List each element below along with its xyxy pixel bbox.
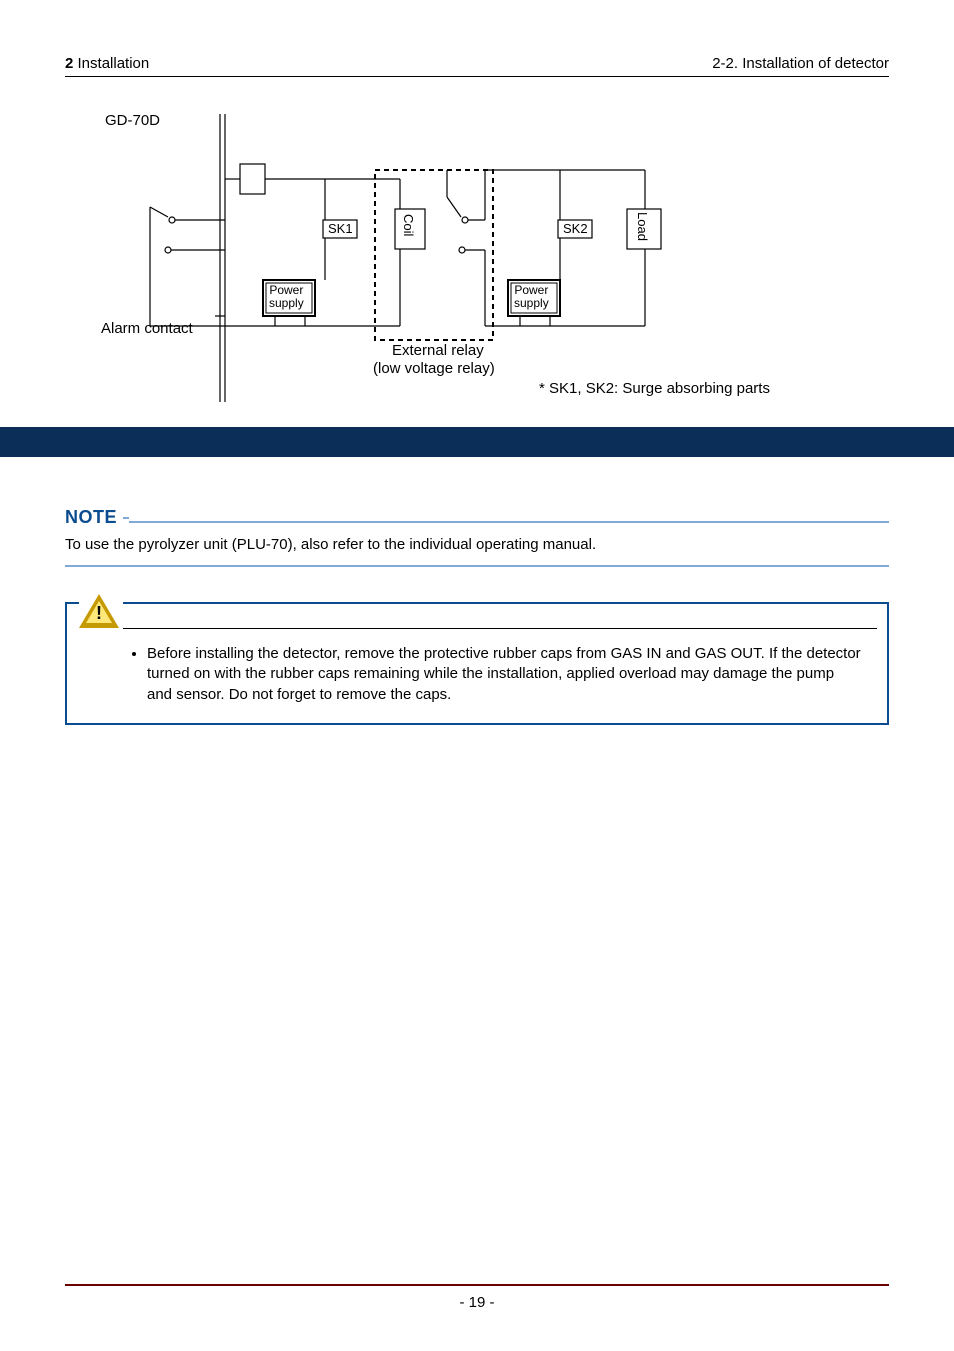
- external-relay-label-2: (low voltage relay): [373, 360, 495, 377]
- power-supply-1-label: Power supply: [269, 284, 304, 310]
- note-block: NOTE To use the pyrolyzer unit (PLU-70),…: [65, 507, 889, 567]
- caution-block: ! Before installing the detector, remove…: [65, 602, 889, 725]
- page-number: - 19 -: [65, 1294, 889, 1311]
- coil-label: Coil: [401, 214, 416, 236]
- note-heading: NOTE: [65, 507, 123, 528]
- section-divider-bar: [0, 427, 954, 457]
- section-label: 2-2. Installation of detector: [712, 55, 889, 72]
- sk1-label: SK1: [328, 221, 353, 236]
- surge-footnote: * SK1, SK2: Surge absorbing parts: [539, 380, 770, 397]
- note-body-text: To use the pyrolyzer unit (PLU-70), also…: [65, 536, 889, 553]
- warning-icon: !: [79, 594, 123, 634]
- chapter-label: 2 Installation: [65, 55, 149, 72]
- footer: - 19 -: [65, 1284, 889, 1311]
- external-relay-label-1: External relay: [392, 342, 484, 359]
- alarm-contact-label: Alarm contact: [101, 320, 193, 337]
- load-label: Load: [635, 212, 650, 241]
- circuit-diagram: GD-70D Alarm contact SK1 SK2 Coil Load P…: [65, 102, 889, 412]
- sk2-label: SK2: [563, 221, 588, 236]
- header-bar: 2 Installation 2-2. Installation of dete…: [65, 55, 889, 77]
- caution-bullet: Before installing the detector, remove t…: [147, 644, 862, 705]
- page-container: 2 Installation 2-2. Installation of dete…: [0, 0, 954, 1351]
- device-label: GD-70D: [105, 112, 160, 129]
- power-supply-2-label: Power supply: [514, 284, 549, 310]
